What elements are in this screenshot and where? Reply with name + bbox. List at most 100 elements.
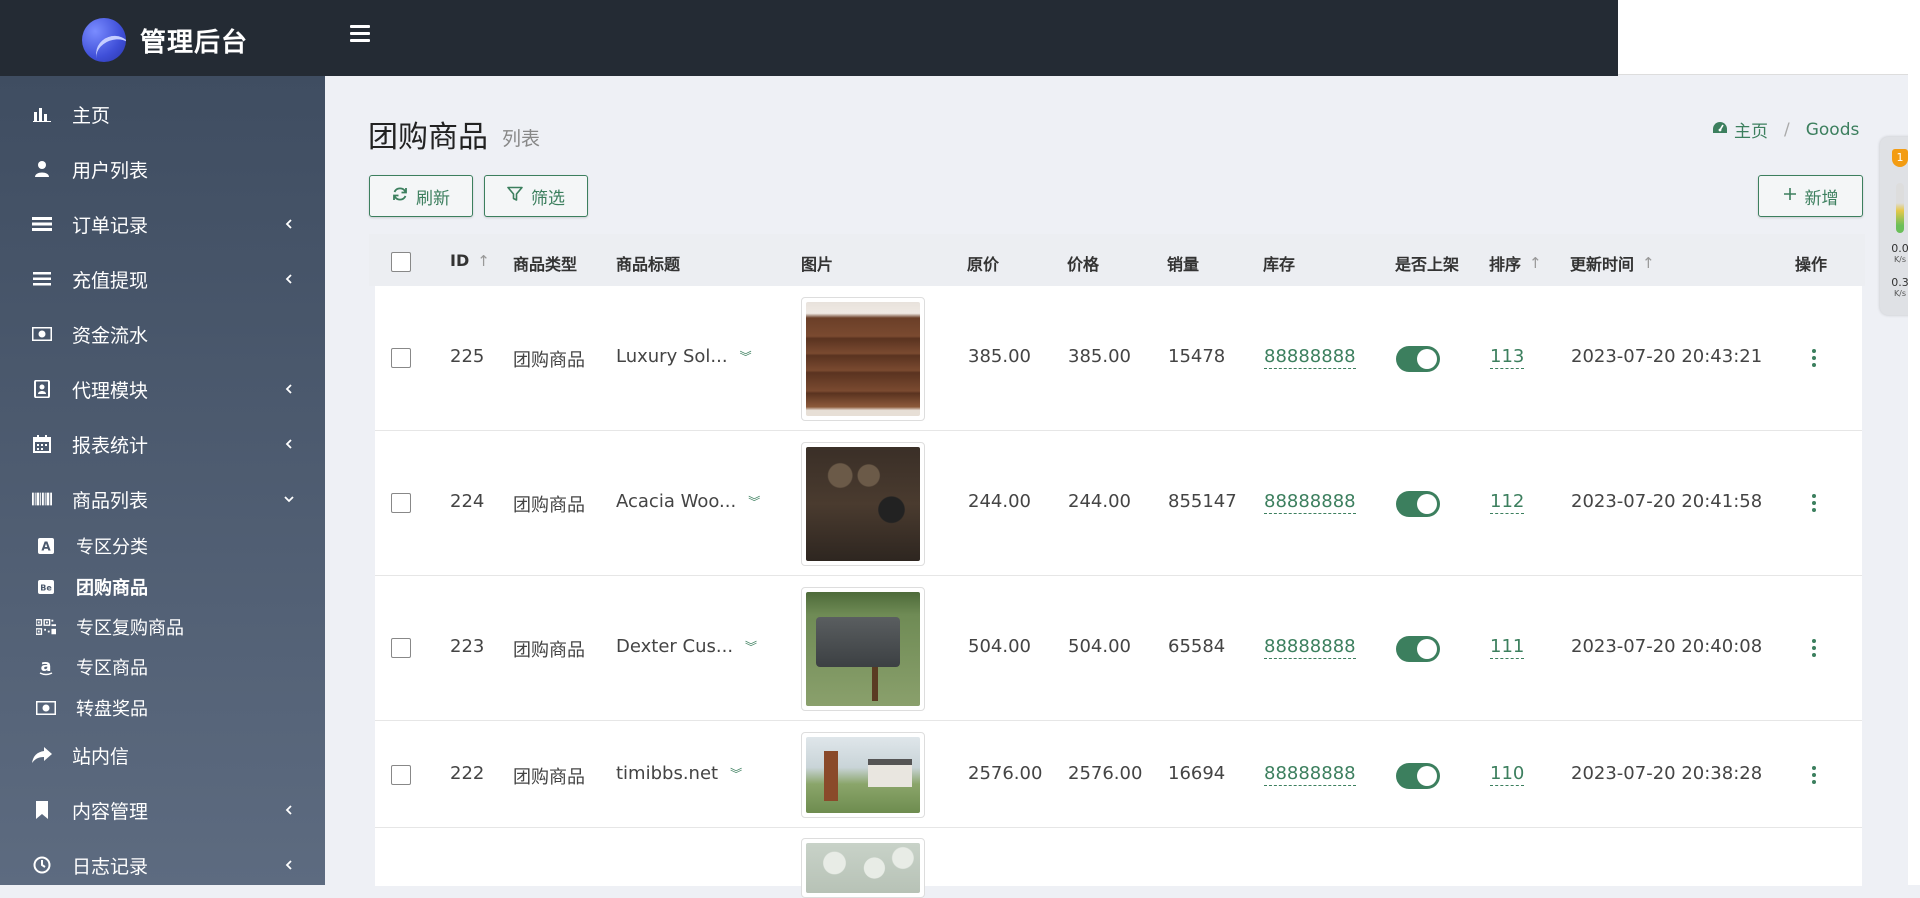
filter-icon bbox=[507, 186, 523, 207]
cell-type: 团购商品 bbox=[513, 495, 585, 516]
sidebar-subitem-repurchase[interactable]: 专区复购商品 bbox=[0, 607, 325, 647]
row-actions-icon[interactable] bbox=[1811, 349, 1817, 367]
row-checkbox[interactable] bbox=[391, 348, 411, 368]
sidebar-item-messages[interactable]: 站内信 bbox=[0, 730, 325, 780]
share-icon bbox=[32, 745, 52, 765]
expand-icon[interactable]: ︾ bbox=[730, 765, 742, 782]
sidebar-item-funds[interactable]: 资金流水 bbox=[0, 309, 325, 359]
cell-sort[interactable]: 111 bbox=[1490, 636, 1525, 659]
product-thumbnail[interactable] bbox=[801, 587, 925, 711]
sidebar-subitem-zone-products[interactable]: a 专区商品 bbox=[0, 647, 325, 687]
cell-type: 团购商品 bbox=[513, 350, 585, 371]
cell-updated: 2023-07-20 20:43:21 bbox=[1571, 346, 1763, 367]
sidebar-subitem-wheel-prizes[interactable]: 转盘奖品 bbox=[0, 688, 325, 728]
cell-id: 225 bbox=[450, 346, 485, 367]
cell-sort[interactable]: 110 bbox=[1490, 763, 1525, 786]
sidebar-item-products[interactable]: 商品列表 bbox=[0, 474, 325, 524]
on-shelf-toggle[interactable] bbox=[1396, 763, 1440, 789]
column-header-id[interactable]: ID ↑ bbox=[450, 251, 490, 270]
cell-original-price: 244.00 bbox=[968, 491, 1031, 512]
sidebar-item-recharge[interactable]: 充值提现 bbox=[0, 254, 325, 304]
column-header-actions: 操作 bbox=[1795, 255, 1828, 274]
table-row: 224 团购商品 Acacia Woo... ︾ 244.00 244.00 85… bbox=[375, 431, 1862, 576]
row-actions-icon[interactable] bbox=[1811, 494, 1817, 512]
breadcrumb: 主页 / Goods bbox=[1712, 117, 1859, 142]
address-book-icon bbox=[32, 379, 52, 399]
sidebar-item-label: 用户列表 bbox=[72, 159, 149, 182]
page-subtitle: 列表 bbox=[502, 128, 541, 150]
on-shelf-toggle[interactable] bbox=[1396, 346, 1440, 372]
sidebar-subitem-zone-category[interactable]: A 专区分类 bbox=[0, 526, 325, 566]
cell-stock[interactable]: 88888888 bbox=[1264, 636, 1356, 659]
cell-price: 2576.00 bbox=[1068, 763, 1143, 784]
sort-arrow-icon[interactable]: ↑ bbox=[477, 252, 490, 270]
sidebar-item-agents[interactable]: 代理模块 bbox=[0, 364, 325, 414]
table-row: 225 团购商品 Luxury Sol... ︾ 385.00 385.00 15… bbox=[375, 286, 1862, 431]
sidebar-item-logs[interactable]: 日志记录 bbox=[0, 840, 325, 890]
notification-badge: 1 bbox=[1892, 149, 1908, 167]
column-header-price: 价格 bbox=[1067, 255, 1100, 274]
expand-icon[interactable]: ︾ bbox=[740, 348, 752, 365]
breadcrumb-current[interactable]: Goods bbox=[1806, 120, 1860, 140]
sidebar-item-label: 站内信 bbox=[72, 745, 130, 768]
cell-stock[interactable]: 88888888 bbox=[1264, 491, 1356, 514]
product-thumbnail[interactable] bbox=[801, 732, 925, 818]
letter-a-icon: A bbox=[36, 536, 56, 556]
row-checkbox[interactable] bbox=[391, 765, 411, 785]
level-bar bbox=[1896, 183, 1904, 233]
row-checkbox[interactable] bbox=[391, 638, 411, 658]
product-thumbnail[interactable] bbox=[801, 297, 925, 421]
expand-icon[interactable]: ︾ bbox=[748, 493, 760, 510]
sidebar-subitem-group-buy[interactable]: Be 团购商品 bbox=[0, 567, 325, 607]
refresh-label: 刷新 bbox=[416, 188, 450, 209]
sidebar-item-reports[interactable]: 报表统计 bbox=[0, 419, 325, 469]
sidebar-toggle-icon[interactable] bbox=[350, 25, 372, 45]
sidebar-item-label: 内容管理 bbox=[72, 800, 149, 823]
chevron-left-icon bbox=[285, 860, 292, 870]
on-shelf-toggle[interactable] bbox=[1396, 636, 1440, 662]
breadcrumb-home[interactable]: 主页 bbox=[1734, 117, 1768, 142]
svg-text:Be: Be bbox=[40, 584, 52, 593]
page-title: 团购商品 bbox=[368, 120, 488, 155]
list-icon bbox=[32, 214, 52, 234]
row-actions-icon[interactable] bbox=[1811, 766, 1817, 784]
column-header-title: 商品标题 bbox=[616, 255, 681, 274]
scrollbar-track[interactable] bbox=[1908, 0, 1920, 885]
sidebar-item-label: 主页 bbox=[72, 104, 111, 127]
cell-sort[interactable]: 113 bbox=[1490, 346, 1525, 369]
table-row: 223 团购商品 Dexter Cus... ︾ 504.00 504.00 65… bbox=[375, 576, 1862, 721]
brand[interactable]: 管理后台 bbox=[0, 0, 325, 76]
filter-button[interactable]: 筛选 bbox=[484, 175, 588, 217]
cell-sort[interactable]: 112 bbox=[1490, 491, 1525, 514]
cell-stock[interactable]: 88888888 bbox=[1264, 763, 1356, 786]
svg-text:A: A bbox=[41, 540, 51, 554]
add-button[interactable]: 新增 bbox=[1758, 175, 1863, 217]
product-thumbnail[interactable] bbox=[801, 442, 925, 566]
cell-stock[interactable]: 88888888 bbox=[1264, 346, 1356, 369]
sort-arrow-icon[interactable]: ↑ bbox=[1529, 254, 1542, 272]
goods-table: ID ↑ 商品类型 商品标题 图片 原价 价格 销量 库存 是否上架 排序 ↑ 更新… bbox=[369, 234, 1865, 898]
column-header-updated[interactable]: 更新时间 ↑ bbox=[1570, 251, 1655, 275]
sidebar-item-orders[interactable]: 订单记录 bbox=[0, 199, 325, 249]
money-icon bbox=[32, 324, 52, 344]
column-header-original-price: 原价 bbox=[967, 255, 1000, 274]
select-all-checkbox[interactable] bbox=[391, 252, 411, 272]
cell-original-price: 2576.00 bbox=[968, 763, 1043, 784]
sidebar-item-content[interactable]: 内容管理 bbox=[0, 785, 325, 835]
column-header-image: 图片 bbox=[801, 255, 834, 274]
sidebar-item-users[interactable]: 用户列表 bbox=[0, 144, 325, 194]
row-checkbox[interactable] bbox=[391, 493, 411, 513]
row-actions-icon[interactable] bbox=[1811, 639, 1817, 657]
refresh-button[interactable]: 刷新 bbox=[369, 175, 473, 217]
calendar-icon bbox=[32, 434, 52, 454]
on-shelf-toggle[interactable] bbox=[1396, 491, 1440, 517]
product-image bbox=[806, 302, 920, 416]
sort-arrow-icon[interactable]: ↑ bbox=[1642, 254, 1655, 272]
column-header-sort[interactable]: 排序 ↑ bbox=[1489, 251, 1542, 275]
product-thumbnail[interactable] bbox=[801, 838, 925, 898]
sidebar-item-home[interactable]: 主页 bbox=[0, 89, 325, 139]
sidebar-subitem-label: 转盘奖品 bbox=[76, 699, 148, 720]
behance-icon: Be bbox=[36, 577, 56, 597]
expand-icon[interactable]: ︾ bbox=[745, 638, 757, 655]
column-header-stock: 库存 bbox=[1263, 255, 1296, 274]
